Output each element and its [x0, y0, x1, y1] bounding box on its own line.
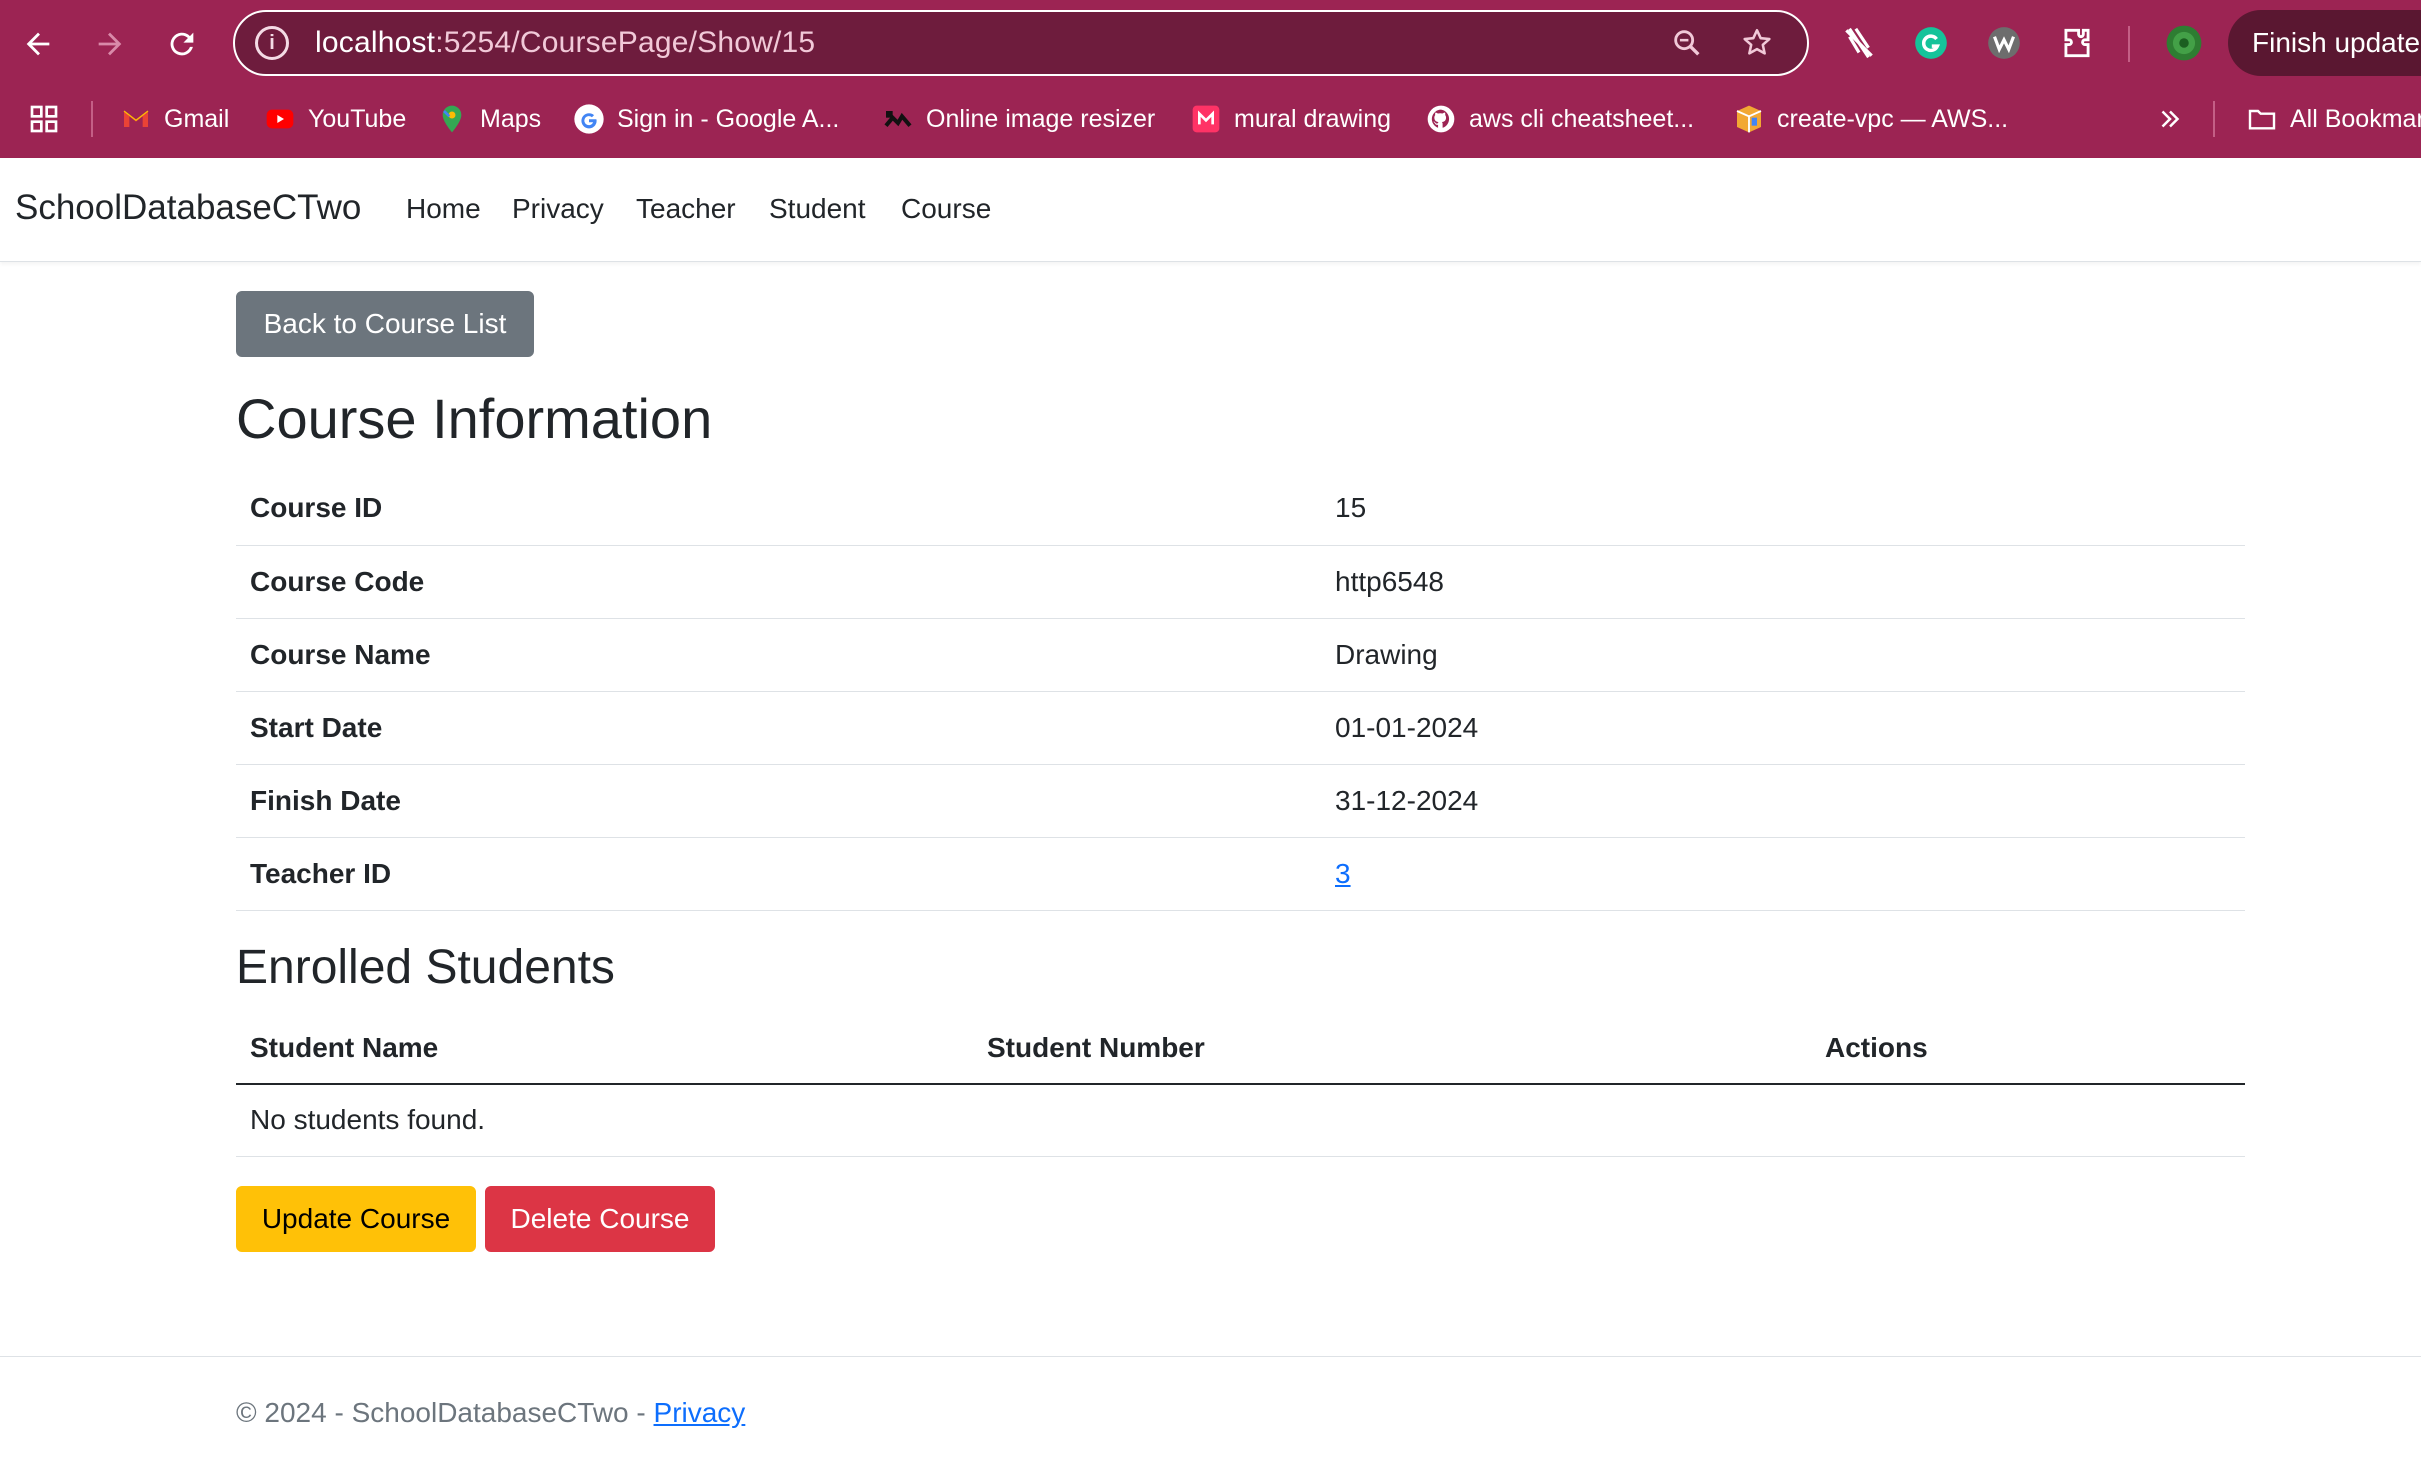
table-row: No students found.	[236, 1084, 2245, 1157]
aws-box-icon	[1733, 103, 1765, 135]
footer-copyright: © 2024 - SchoolDatabaseCTwo -	[236, 1397, 654, 1428]
site-navbar: SchoolDatabaseCTwo Home Privacy Teacher …	[0, 158, 2421, 262]
bookmark-image-resizer[interactable]: Online image resizer	[882, 99, 1155, 139]
table-row: Course Code http6548	[236, 545, 2245, 619]
bookmarks-separator-right	[2213, 101, 2215, 137]
course-name-value: Drawing	[1321, 618, 2245, 692]
toolbar-separator	[2128, 26, 2130, 62]
resizer-icon	[882, 103, 914, 135]
grammarly-icon[interactable]	[1910, 22, 1952, 64]
forward-icon[interactable]	[81, 15, 139, 73]
course-name-label: Course Name	[236, 618, 1321, 692]
bookmark-youtube[interactable]: YouTube	[264, 99, 406, 139]
bookmark-aws-cli[interactable]: aws cli cheatsheet...	[1425, 99, 1694, 139]
maps-icon	[436, 103, 468, 135]
enrolled-students-heading: Enrolled Students	[236, 941, 615, 994]
youtube-icon	[264, 103, 296, 135]
table-row: Finish Date 31-12-2024	[236, 764, 2245, 838]
table-header-row: Student Name Student Number Actions	[236, 1012, 2245, 1085]
column-header-actions: Actions	[1811, 1012, 2245, 1085]
extension-pen-icon[interactable]	[1838, 22, 1880, 64]
course-id-value: 15	[1321, 472, 2245, 546]
back-to-course-list-button[interactable]: Back to Course List	[236, 291, 534, 357]
teacher-id-link[interactable]: 3	[1335, 858, 1351, 889]
finish-date-label: Finish Date	[236, 764, 1321, 838]
table-row: Course ID 15	[236, 472, 2245, 546]
bookmark-gmail[interactable]: Gmail	[120, 99, 229, 139]
gmail-icon	[120, 103, 152, 135]
teacher-id-label: Teacher ID	[236, 837, 1321, 911]
more-bookmarks-chevron-icon[interactable]	[2155, 99, 2185, 139]
reload-icon[interactable]	[153, 15, 211, 73]
course-code-value: http6548	[1321, 545, 2245, 619]
address-bar[interactable]: i localhost:5254/CoursePage/Show/15	[233, 10, 1809, 76]
start-date-value: 01-01-2024	[1321, 691, 2245, 765]
nav-link-home[interactable]: Home	[406, 193, 481, 225]
column-header-student-name: Student Name	[236, 1012, 973, 1085]
extensions-puzzle-icon[interactable]	[2056, 22, 2098, 64]
bookmark-create-vpc[interactable]: create-vpc — AWS...	[1733, 99, 2008, 139]
nav-link-teacher[interactable]: Teacher	[636, 193, 736, 225]
apps-grid-icon[interactable]	[28, 99, 72, 139]
zoom-icon[interactable]	[1667, 23, 1707, 63]
google-icon	[573, 103, 605, 135]
navbar-brand[interactable]: SchoolDatabaseCTwo	[15, 188, 361, 228]
footer-text: © 2024 - SchoolDatabaseCTwo - Privacy	[236, 1397, 745, 1429]
start-date-label: Start Date	[236, 691, 1321, 765]
enrolled-students-table: Student Name Student Number Actions No s…	[236, 1012, 2245, 1157]
finish-date-value: 31-12-2024	[1321, 764, 2245, 838]
github-icon	[1425, 103, 1457, 135]
course-code-label: Course Code	[236, 545, 1321, 619]
bookmark-star-icon[interactable]	[1737, 23, 1777, 63]
delete-course-button[interactable]: Delete Course	[485, 1186, 715, 1252]
url-text[interactable]: localhost:5254/CoursePage/Show/15	[315, 26, 1667, 60]
bookmark-google-signin[interactable]: Sign in - Google A...	[573, 99, 839, 139]
w-extension-icon[interactable]	[1983, 22, 2025, 64]
table-row: Teacher ID 3	[236, 837, 2245, 911]
profile-avatar-icon[interactable]	[2163, 22, 2205, 64]
finish-update-button[interactable]: Finish update	[2228, 10, 2421, 76]
back-icon[interactable]	[9, 15, 67, 73]
course-info-table: Course ID 15 Course Code http6548 Course…	[236, 472, 2245, 911]
nav-link-privacy[interactable]: Privacy	[512, 193, 604, 225]
site-footer: © 2024 - SchoolDatabaseCTwo - Privacy	[0, 1356, 2421, 1461]
bookmarks-separator	[91, 101, 93, 137]
footer-privacy-link[interactable]: Privacy	[654, 1397, 746, 1428]
teacher-id-cell: 3	[1321, 837, 2245, 911]
folder-icon	[2246, 103, 2278, 135]
table-row: Course Name Drawing	[236, 618, 2245, 692]
all-bookmarks-folder[interactable]: All Bookmarks	[2246, 99, 2421, 139]
course-information-heading: Course Information	[236, 387, 713, 450]
bookmark-mural-drawing[interactable]: mural drawing	[1190, 99, 1391, 139]
nav-link-course[interactable]: Course	[901, 193, 991, 225]
mural-icon	[1190, 103, 1222, 135]
site-info-icon[interactable]: i	[255, 26, 289, 60]
nav-link-student[interactable]: Student	[769, 193, 866, 225]
no-students-message: No students found.	[236, 1084, 2245, 1157]
bookmark-maps[interactable]: Maps	[436, 99, 541, 139]
update-course-button[interactable]: Update Course	[236, 1186, 476, 1252]
column-header-student-number: Student Number	[973, 1012, 1811, 1085]
course-id-label: Course ID	[236, 472, 1321, 546]
table-row: Start Date 01-01-2024	[236, 691, 2245, 765]
